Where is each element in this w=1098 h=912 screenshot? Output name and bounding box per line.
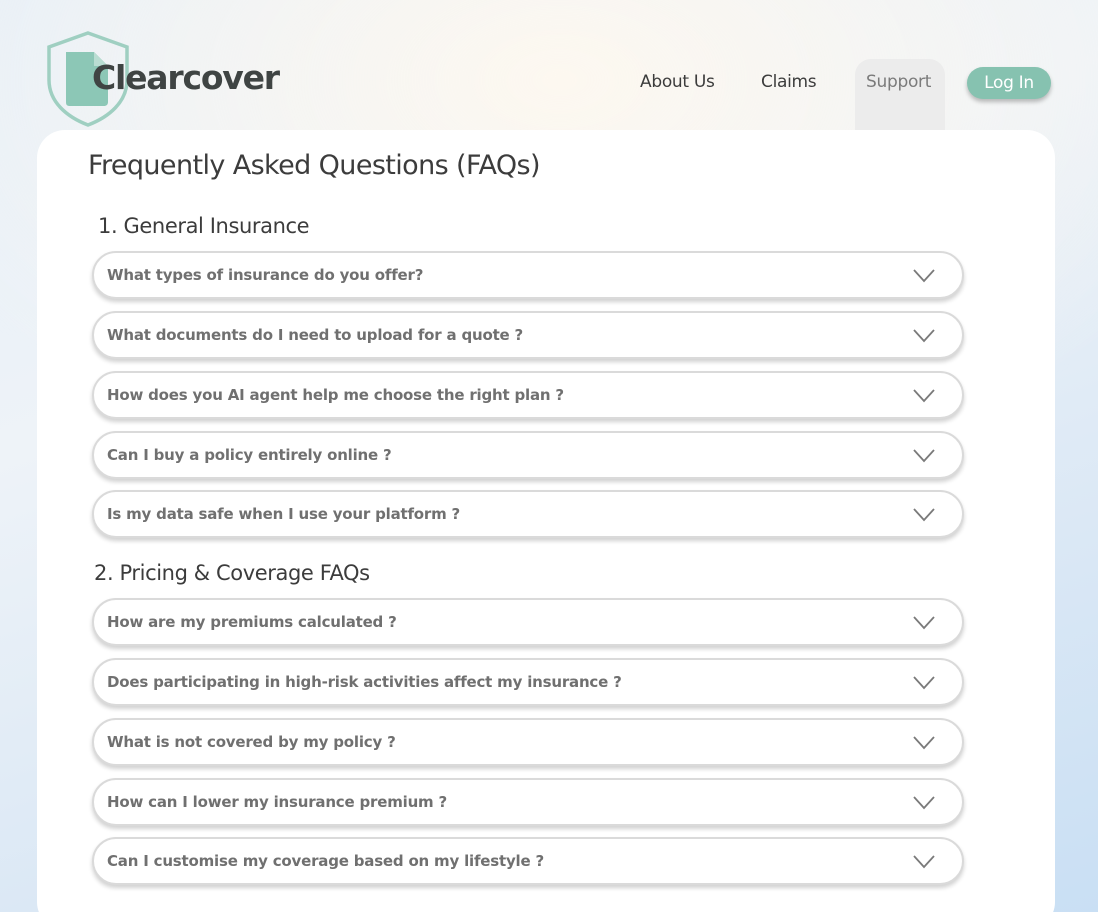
faq-item[interactable]: Does participating in high-risk activiti…	[92, 658, 964, 706]
faq-item[interactable]: Is my data safe when I use your platform…	[92, 490, 964, 538]
chevron-down-icon[interactable]	[912, 387, 936, 403]
page-title: Frequently Asked Questions (FAQs)	[88, 150, 541, 181]
faq-item[interactable]: Can I customise my coverage based on my …	[92, 837, 964, 885]
faq-item[interactable]: What documents do I need to upload for a…	[92, 311, 964, 359]
chevron-down-icon[interactable]	[912, 614, 936, 630]
faq-question: Is my data safe when I use your platform…	[107, 505, 461, 523]
nav-support[interactable]: Support	[866, 72, 931, 92]
section-title-pricing: 2. Pricing & Coverage FAQs	[94, 561, 370, 585]
active-tab-background	[855, 59, 945, 131]
faq-question: Does participating in high-risk activiti…	[107, 673, 622, 691]
faq-question: Can I buy a policy entirely online ?	[107, 446, 392, 464]
faq-item[interactable]: How are my premiums calculated ?	[92, 598, 964, 646]
faq-question: How are my premiums calculated ?	[107, 613, 397, 631]
login-button[interactable]: Log In	[967, 67, 1051, 99]
faq-question: What is not covered by my policy ?	[107, 733, 396, 751]
brand-name[interactable]: Clearcover	[92, 58, 280, 97]
section-title-general: 1. General Insurance	[98, 214, 310, 238]
chevron-down-icon[interactable]	[912, 674, 936, 690]
site-header: Clearcover About Us Claims Support Log I…	[0, 0, 1098, 131]
chevron-down-icon[interactable]	[912, 734, 936, 750]
faq-item[interactable]: What is not covered by my policy ?	[92, 718, 964, 766]
faq-item[interactable]: How does you AI agent help me choose the…	[92, 371, 964, 419]
faq-question: How can I lower my insurance premium ?	[107, 793, 448, 811]
faq-question: What types of insurance do you offer?	[107, 266, 424, 284]
chevron-down-icon[interactable]	[912, 794, 936, 810]
faq-question: What documents do I need to upload for a…	[107, 326, 524, 344]
chevron-down-icon[interactable]	[912, 506, 936, 522]
chevron-down-icon[interactable]	[912, 853, 936, 869]
nav-claims[interactable]: Claims	[761, 72, 817, 92]
chevron-down-icon[interactable]	[912, 447, 936, 463]
faq-item[interactable]: Can I buy a policy entirely online ?	[92, 431, 964, 479]
faq-item[interactable]: How can I lower my insurance premium ?	[92, 778, 964, 826]
nav-about-us[interactable]: About Us	[640, 72, 715, 92]
faq-item[interactable]: What types of insurance do you offer?	[92, 251, 964, 299]
faq-question: Can I customise my coverage based on my …	[107, 852, 544, 870]
chevron-down-icon[interactable]	[912, 327, 936, 343]
chevron-down-icon[interactable]	[912, 267, 936, 283]
faq-question: How does you AI agent help me choose the…	[107, 386, 564, 404]
